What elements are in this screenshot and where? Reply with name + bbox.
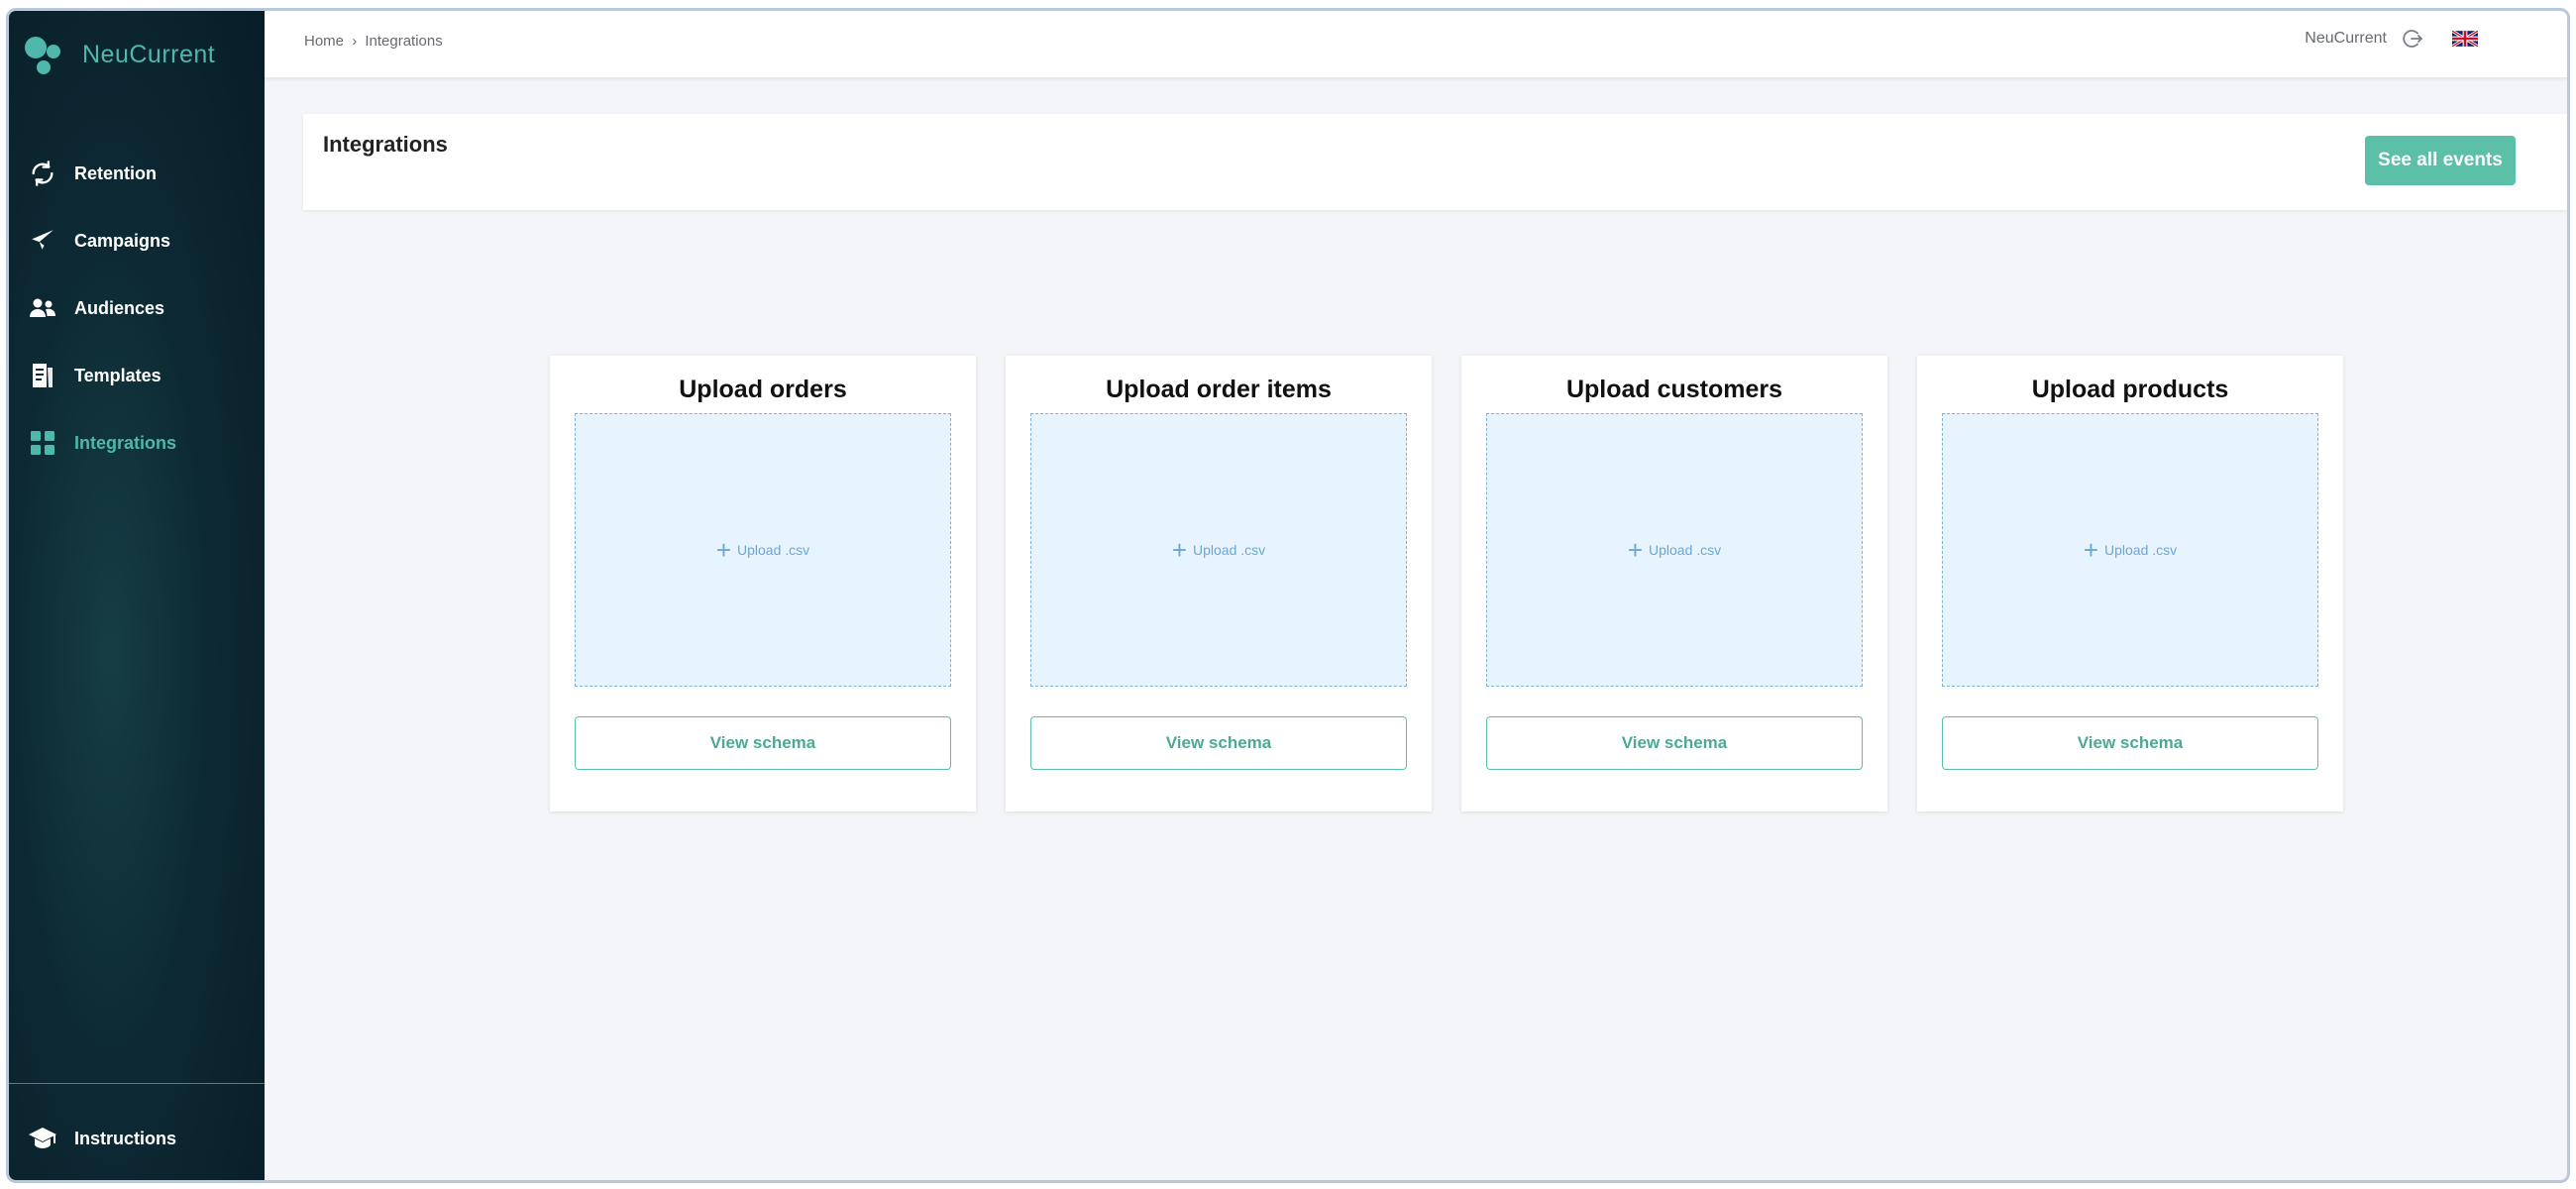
logo-mark [23, 27, 68, 82]
see-all-events-button[interactable]: See all events [2365, 136, 2516, 185]
upload-card-customers: Upload customers + Upload .csv View sche… [1461, 356, 1887, 811]
csv-dropzone[interactable]: + Upload .csv [1486, 413, 1863, 687]
breadcrumb-separator: › [352, 33, 358, 50]
view-schema-button[interactable]: View schema [1486, 716, 1863, 770]
sidebar-item-audiences[interactable]: Audiences [9, 274, 265, 342]
logo[interactable]: NeuCurrent [23, 25, 215, 84]
app-window: NeuCurrent Retention Campaigns Audiences… [6, 8, 2570, 1183]
sidebar-item-label: Retention [74, 162, 157, 183]
upload-card-orders: Upload orders + Upload .csv View schema [550, 356, 976, 811]
view-schema-button[interactable]: View schema [575, 716, 951, 770]
uk-flag-icon[interactable] [2451, 29, 2479, 49]
csv-dropzone[interactable]: + Upload .csv [575, 413, 951, 687]
graduation-cap-icon [27, 1123, 58, 1154]
plus-icon: + [715, 535, 732, 565]
page-title: Integrations [323, 132, 448, 157]
top-bar: Home › Integrations NeuCurrent [265, 11, 2567, 77]
breadcrumb-current: Integrations [365, 33, 443, 50]
users-icon [27, 292, 58, 324]
card-title: Upload products [2031, 376, 2229, 403]
plus-icon: + [2083, 535, 2099, 565]
logout-icon[interactable] [2401, 27, 2424, 51]
sidebar-item-retention[interactable]: Retention [9, 140, 265, 207]
sidebar-item-instructions[interactable]: Instructions [9, 1105, 265, 1172]
refresh-icon [27, 158, 58, 189]
top-right-controls: NeuCurrent [2305, 27, 2479, 51]
logo-text: NeuCurrent [82, 40, 216, 68]
paper-plane-icon [27, 225, 58, 257]
upload-label: Upload .csv [737, 542, 810, 558]
csv-dropzone[interactable]: + Upload .csv [1942, 413, 2318, 687]
sidebar-item-label: Campaigns [74, 230, 171, 251]
plus-icon: + [1171, 535, 1188, 565]
upload-card-order-items: Upload order items + Upload .csv View sc… [1006, 356, 1432, 811]
csv-dropzone[interactable]: + Upload .csv [1030, 413, 1407, 687]
plus-icon: + [1627, 535, 1644, 565]
upload-label: Upload .csv [1649, 542, 1722, 558]
view-schema-button[interactable]: View schema [1030, 716, 1407, 770]
sidebar-item-label: Audiences [74, 297, 165, 318]
breadcrumb: Home › Integrations [304, 33, 443, 50]
page-header-card: Integrations See all events [303, 114, 2567, 210]
upload-cards: Upload orders + Upload .csv View schema … [9, 356, 2567, 811]
upload-label: Upload .csv [1193, 542, 1266, 558]
upload-card-products: Upload products + Upload .csv View schem… [1917, 356, 2343, 811]
sidebar-divider [9, 1083, 265, 1084]
card-title: Upload customers [1565, 376, 1783, 403]
view-schema-button[interactable]: View schema [1942, 716, 2318, 770]
breadcrumb-home[interactable]: Home [304, 33, 344, 50]
card-title: Upload orders [679, 376, 847, 403]
user-name: NeuCurrent [2305, 30, 2387, 47]
upload-label: Upload .csv [2104, 542, 2178, 558]
sidebar-item-label: Instructions [74, 1128, 177, 1148]
card-title: Upload order items [1106, 376, 1332, 403]
sidebar-item-campaigns[interactable]: Campaigns [9, 207, 265, 274]
